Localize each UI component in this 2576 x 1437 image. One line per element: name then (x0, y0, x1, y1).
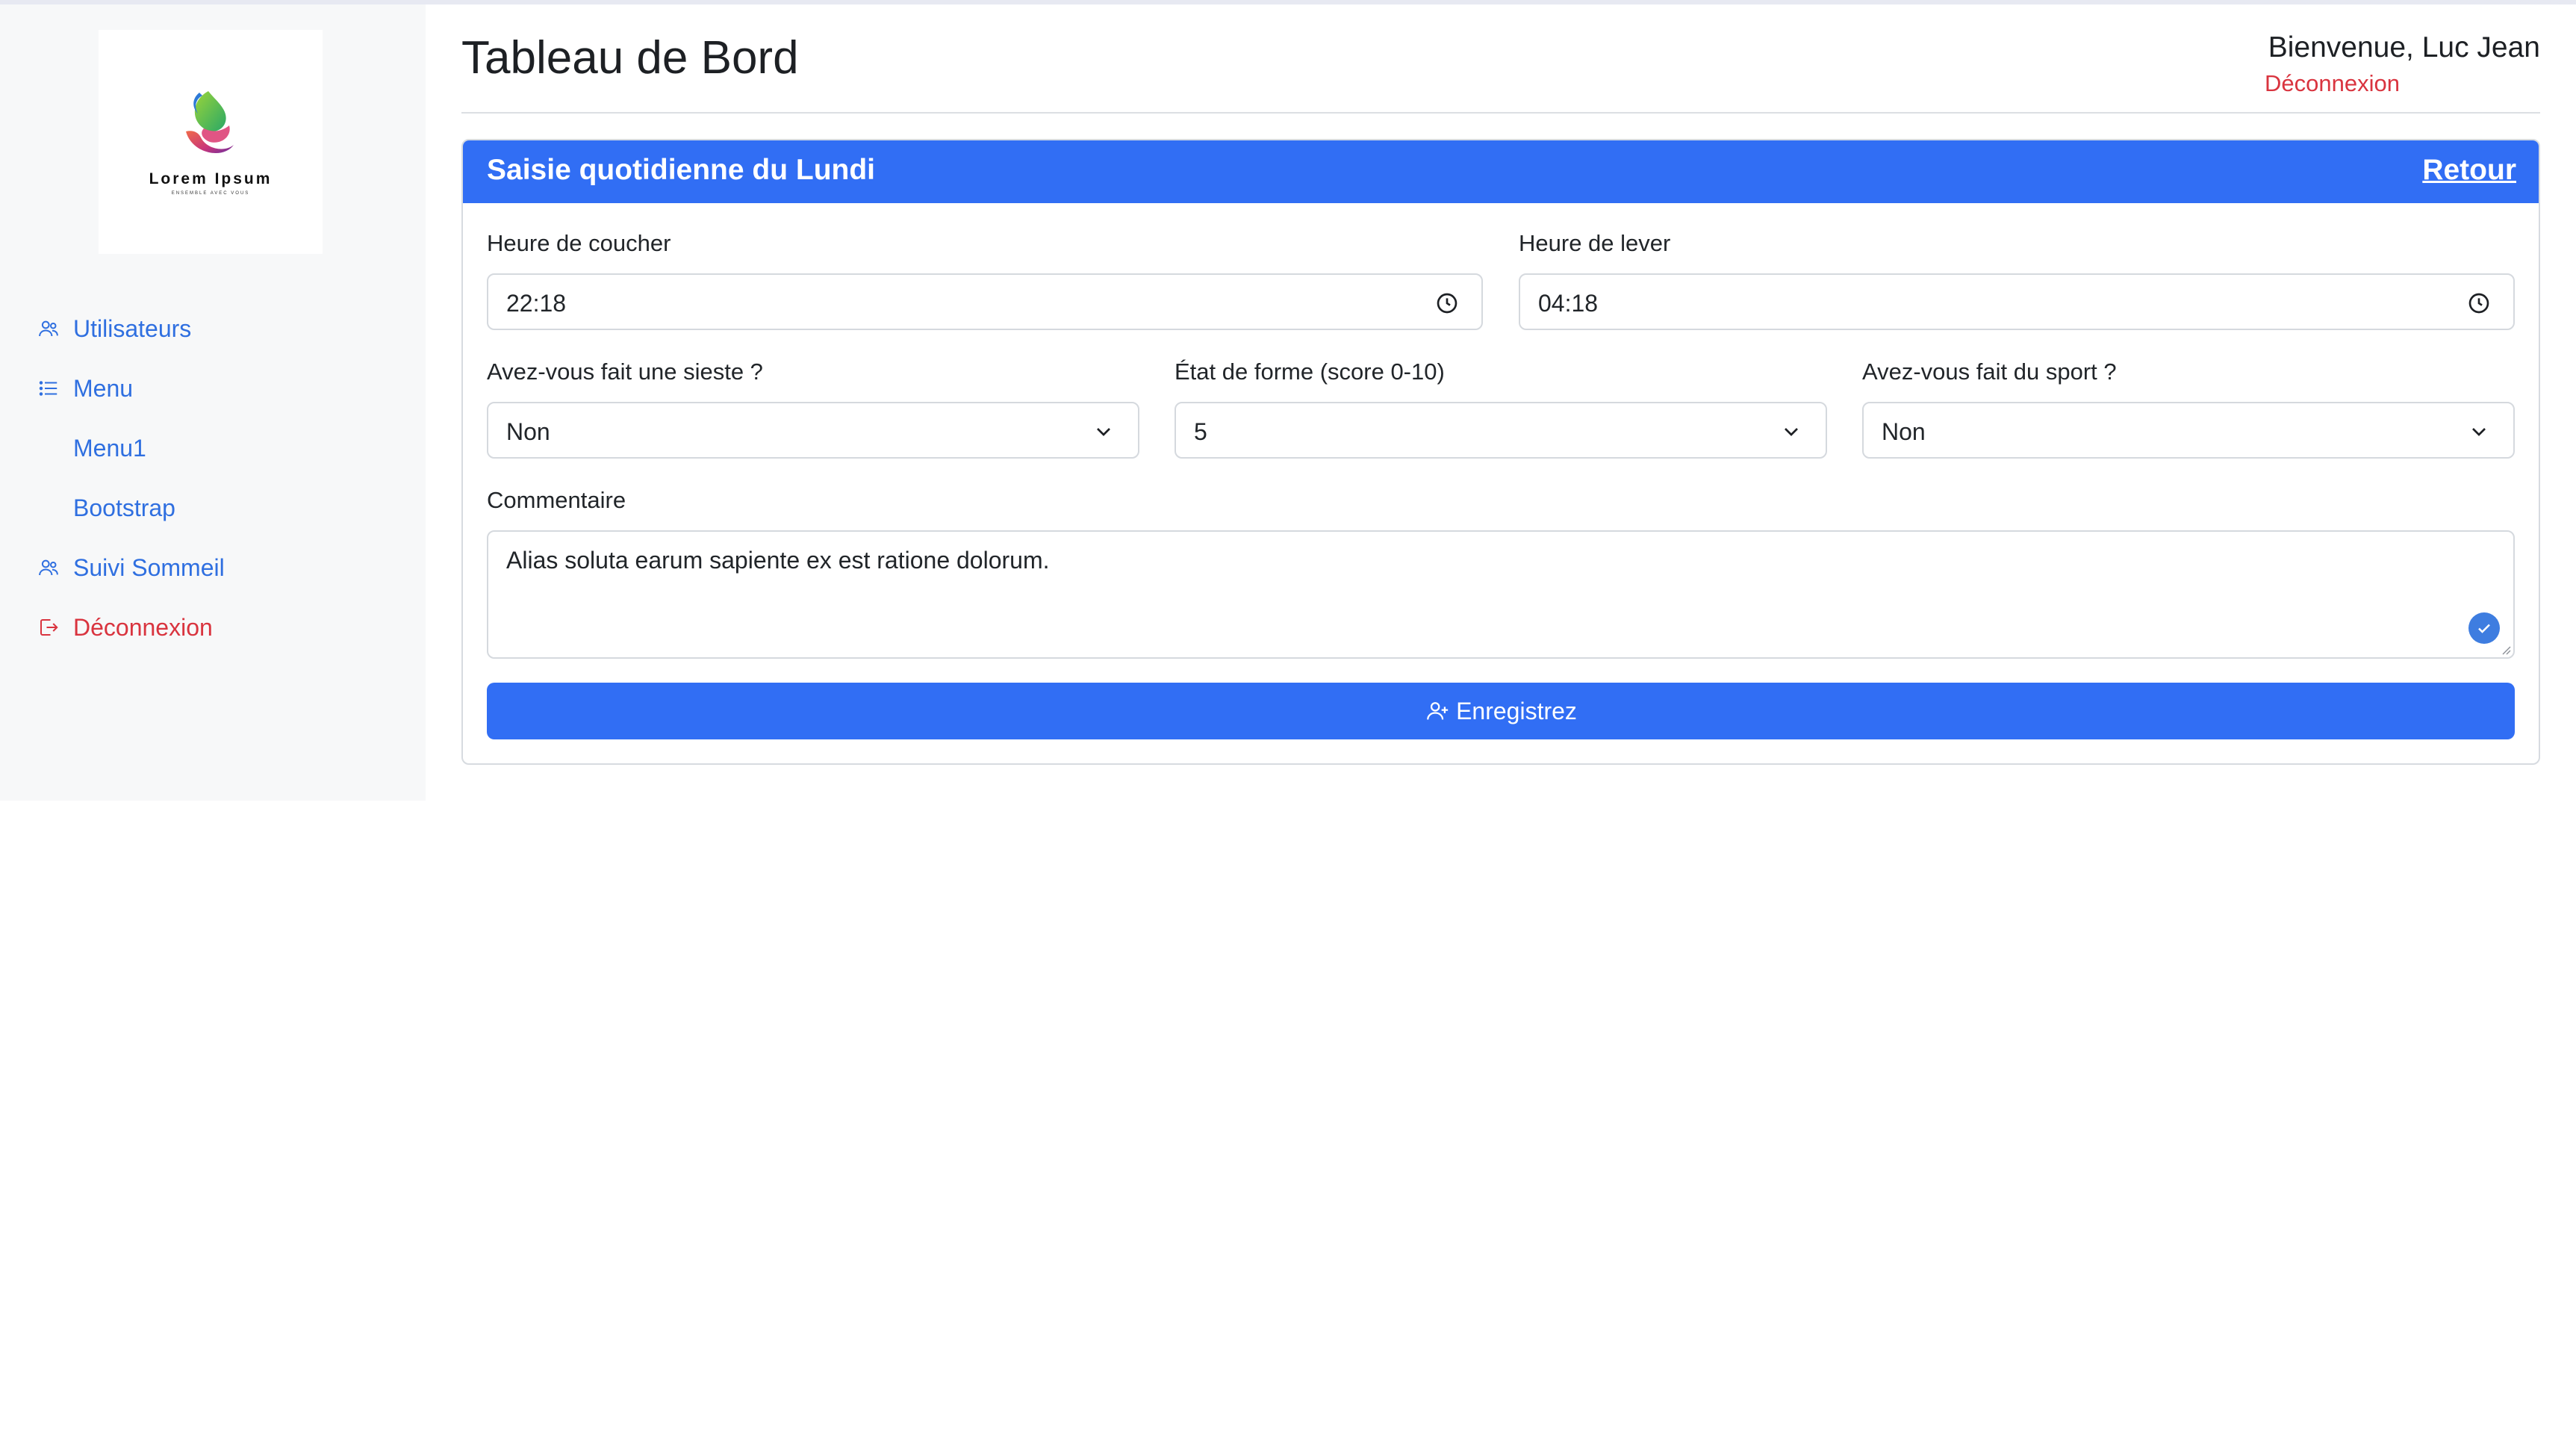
logout-icon (36, 615, 61, 640)
resize-handle[interactable] (2501, 645, 2511, 655)
add-user-icon (1425, 698, 1450, 724)
page-title: Tableau de Bord (461, 32, 799, 84)
clock-icon[interactable] (1435, 291, 1459, 315)
sidebar-item-label: Suivi Sommeil (73, 553, 225, 581)
welcome-text: Bienvenue, Luc Jean (2268, 31, 2540, 63)
sidebar-item-label: Bootstrap (73, 494, 175, 521)
bedtime-value: 22:18 (506, 290, 567, 317)
nap-select[interactable]: Non (487, 402, 1139, 459)
fitness-select[interactable]: 5 (1175, 402, 1827, 459)
waketime-value: 04:18 (1538, 290, 1599, 317)
save-button[interactable]: Enregistrez (487, 683, 2515, 739)
sidebar-item-label: Déconnexion (73, 613, 213, 641)
sidebar: Lorem Ipsum ENSEMBLE AVEC VOUS Utilisate… (0, 4, 426, 801)
logo-icon (186, 91, 234, 154)
sport-select[interactable]: Non (1862, 402, 2515, 459)
chevron-down-icon (1779, 420, 1803, 444)
clock-icon[interactable] (2467, 291, 2491, 315)
sidebar-item-suivi-sommeil[interactable]: Suivi Sommeil (36, 538, 225, 598)
save-button-label: Enregistrez (1456, 697, 1577, 724)
logo-tagline: ENSEMBLE AVEC VOUS (171, 191, 250, 196)
card-title: Saisie quotidienne du Lundi (487, 154, 876, 186)
chevron-down-icon (2467, 420, 2491, 444)
comment-textarea[interactable]: Alias soluta earum sapiente ex est ratio… (487, 530, 2515, 659)
bedtime-input[interactable]: 22:18 (487, 273, 1483, 330)
chevron-down-icon (1092, 420, 1116, 444)
logo[interactable]: Lorem Ipsum ENSEMBLE AVEC VOUS (99, 30, 323, 254)
comment-label: Commentaire (487, 487, 626, 513)
sidebar-item-utilisateurs[interactable]: Utilisateurs (36, 299, 225, 359)
logo-name: Lorem Ipsum (149, 170, 273, 187)
fitness-label: État de forme (score 0-10) (1175, 359, 1445, 385)
sport-value: Non (1882, 418, 1926, 445)
waketime-label: Heure de lever (1519, 230, 1671, 256)
card-header: Saisie quotidienne du Lundi Retour (463, 140, 2539, 203)
daily-entry-card: Saisie quotidienne du Lundi Retour Heure… (461, 139, 2540, 765)
sidebar-item-menu[interactable]: Menu (36, 359, 225, 418)
check-icon (2468, 612, 2500, 644)
waketime-input[interactable]: 04:18 (1519, 273, 2515, 330)
sidebar-item-label: Menu1 (73, 434, 146, 462)
users-icon (36, 555, 61, 580)
sidebar-item-label: Menu (73, 374, 134, 402)
header-logout-link[interactable]: Déconnexion (2265, 70, 2400, 97)
nap-value: Non (506, 418, 550, 445)
header-divider (461, 112, 2540, 114)
sidebar-item-bootstrap[interactable]: Bootstrap (36, 478, 225, 538)
comment-value: Alias soluta earum sapiente ex est ratio… (506, 547, 1050, 574)
sidebar-item-menu1[interactable]: Menu1 (36, 418, 225, 478)
nap-label: Avez-vous fait une sieste ? (487, 359, 763, 385)
sidebar-item-label: Utilisateurs (73, 314, 192, 342)
sport-label: Avez-vous fait du sport ? (1862, 359, 2117, 385)
sidebar-nav: Utilisateurs Menu Menu1 Bootstrap Suivi … (36, 299, 225, 657)
users-icon (36, 316, 61, 341)
back-link[interactable]: Retour (2422, 154, 2516, 187)
bedtime-label: Heure de coucher (487, 230, 671, 256)
list-icon (36, 376, 61, 401)
fitness-value: 5 (1194, 418, 1207, 445)
sidebar-item-deconnexion[interactable]: Déconnexion (36, 598, 225, 657)
